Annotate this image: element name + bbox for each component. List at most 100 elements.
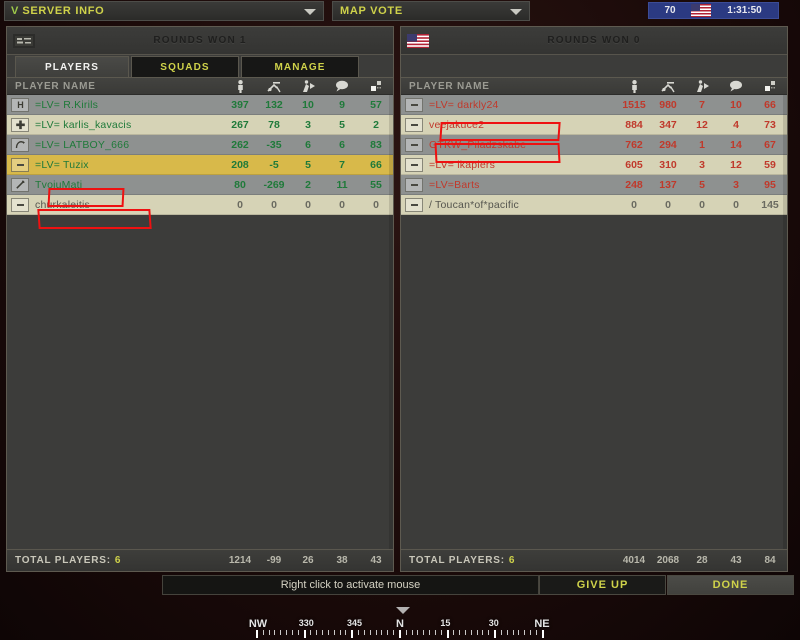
player-kills: -269 <box>263 178 285 191</box>
table-row[interactable]: veejakuce2 884 347 12 4 73 <box>401 115 787 135</box>
none-icon <box>405 197 423 212</box>
column-header-left: PLAYER NAME <box>7 77 393 95</box>
player-deaths: 2 <box>305 178 311 191</box>
engineer-icon <box>11 137 29 152</box>
chat-icon[interactable] <box>325 80 359 92</box>
player-kills: 980 <box>659 98 677 111</box>
player-name: TvojuMatj <box>35 178 83 191</box>
table-row[interactable]: =LV= LATBOY_666 262 -35 6 6 83 <box>7 135 393 155</box>
player-ping: 0 <box>339 198 345 211</box>
server-info-dropdown[interactable]: V SERVER INFO <box>4 1 324 21</box>
player-deaths: 7 <box>699 98 705 111</box>
kills-icon[interactable] <box>651 80 685 93</box>
total-deaths: 26 <box>302 555 314 566</box>
column-header-right: PLAYER NAME <box>401 77 787 95</box>
us-flag-icon <box>691 4 711 17</box>
squad-icon[interactable] <box>359 80 393 92</box>
player-kills: 132 <box>265 98 283 111</box>
player-ping: 10 <box>730 98 742 111</box>
mouse-hint-box: Right click to activate mouse <box>162 575 539 595</box>
player-ping: 6 <box>339 138 345 151</box>
compass-label-345: 345 <box>347 618 363 628</box>
deaths-icon[interactable] <box>291 79 325 93</box>
table-row[interactable]: =LV= darkly24 1515 980 7 10 66 <box>401 95 787 115</box>
total-squad: 43 <box>370 555 382 566</box>
total-deaths: 28 <box>696 555 708 566</box>
table-row[interactable]: H =LV= R.Kirils 397 132 10 9 57 <box>7 95 393 115</box>
player-ping: 14 <box>730 138 742 151</box>
tab-players[interactable]: PLAYERS <box>15 56 129 77</box>
player-deaths: 12 <box>696 118 708 131</box>
player-kills: -5 <box>269 158 279 171</box>
sniper-icon <box>11 177 29 192</box>
hud-ticket-bar: 70 1:31:50 <box>648 2 779 19</box>
list-scrollbar[interactable] <box>389 95 393 549</box>
give-up-button[interactable]: GIVE UP <box>539 575 666 595</box>
compass-label-ne: NE <box>534 618 550 630</box>
player-name: =LV= Tuzix <box>35 158 89 171</box>
table-row[interactable]: churkaleitis 0 0 0 0 0 <box>7 195 393 215</box>
player-squad: 145 <box>761 198 779 211</box>
player-squad: 2 <box>373 118 379 131</box>
player-icon[interactable] <box>617 79 651 93</box>
squad-icon[interactable] <box>753 80 787 92</box>
svg-text:H: H <box>17 100 24 110</box>
player-squad: 57 <box>370 98 382 111</box>
list-scrollbar[interactable] <box>783 95 787 549</box>
total-ping: 38 <box>336 555 348 566</box>
table-row[interactable]: =LV= karlis_kavacis 267 78 3 5 2 <box>7 115 393 135</box>
column-header-player-name: PLAYER NAME <box>409 80 490 92</box>
none-icon <box>405 177 423 192</box>
table-row[interactable]: =LV= Tuzix 208 -5 5 7 66 <box>7 155 393 175</box>
player-score: 605 <box>625 158 643 171</box>
kills-icon[interactable] <box>257 80 291 93</box>
player-name: =LV= karlis_kavacis <box>35 118 132 131</box>
player-ping: 5 <box>339 118 345 131</box>
dropdown-arrow-icon[interactable] <box>510 9 522 15</box>
column-header-player-name: PLAYER NAME <box>15 80 96 92</box>
player-ping: 7 <box>339 158 345 171</box>
player-score: 208 <box>231 158 249 171</box>
player-ping: 3 <box>733 178 739 191</box>
table-row[interactable]: TvojuMatj 80 -269 2 11 55 <box>7 175 393 195</box>
table-row[interactable]: =LV=Barts 248 137 5 3 95 <box>401 175 787 195</box>
player-squad: 59 <box>764 158 776 171</box>
player-kills: 310 <box>659 158 677 171</box>
player-deaths: 3 <box>305 118 311 131</box>
team-tabs-right <box>401 55 787 77</box>
compass-label-n: N <box>396 618 404 630</box>
player-ping: 0 <box>733 198 739 211</box>
player-deaths: 1 <box>699 138 705 151</box>
player-kills: 0 <box>665 198 671 211</box>
total-kills: 2068 <box>656 555 680 566</box>
done-button[interactable]: DONE <box>667 575 794 595</box>
total-score: 4014 <box>622 555 646 566</box>
compass-label-30: 30 <box>488 618 499 628</box>
player-name: churkaleitis <box>35 198 90 211</box>
table-row[interactable]: / Toucan*of*pacific 0 0 0 0 145 <box>401 195 787 215</box>
player-name: =LV= ikaplers <box>429 158 496 171</box>
player-ping: 11 <box>336 178 348 191</box>
chat-icon[interactable] <box>719 80 753 92</box>
deaths-icon[interactable] <box>685 79 719 93</box>
tab-squads[interactable]: SQUADS <box>131 56 239 77</box>
totals-row-left: TOTAL PLAYERS: 6 1214 -99 26 38 43 <box>7 549 393 571</box>
player-deaths: 3 <box>699 158 705 171</box>
dropdown-arrow-icon[interactable] <box>304 9 316 15</box>
player-squad: 55 <box>370 178 382 191</box>
player-squad: 67 <box>764 138 776 151</box>
player-score: 397 <box>231 98 249 111</box>
table-row[interactable]: =LV= ikaplers 605 310 3 12 59 <box>401 155 787 175</box>
tab-manage[interactable]: MANAGE <box>241 56 359 77</box>
player-icon[interactable] <box>223 79 257 93</box>
table-row[interactable]: GTKW_Piladzskabe 762 294 1 14 67 <box>401 135 787 155</box>
player-score: 248 <box>625 178 643 191</box>
player-deaths: 0 <box>699 198 705 211</box>
player-deaths: 0 <box>305 198 311 211</box>
player-squad: 73 <box>764 118 776 131</box>
map-vote-dropdown[interactable]: MAP VOTE <box>332 1 530 21</box>
none-icon <box>11 197 29 212</box>
compass-heading-caret-icon <box>396 607 410 614</box>
team-panel-left: ROUNDS WON 1 PLAYERS SQUADS MANAGE PLAYE… <box>6 26 394 572</box>
player-ping: 12 <box>730 158 742 171</box>
